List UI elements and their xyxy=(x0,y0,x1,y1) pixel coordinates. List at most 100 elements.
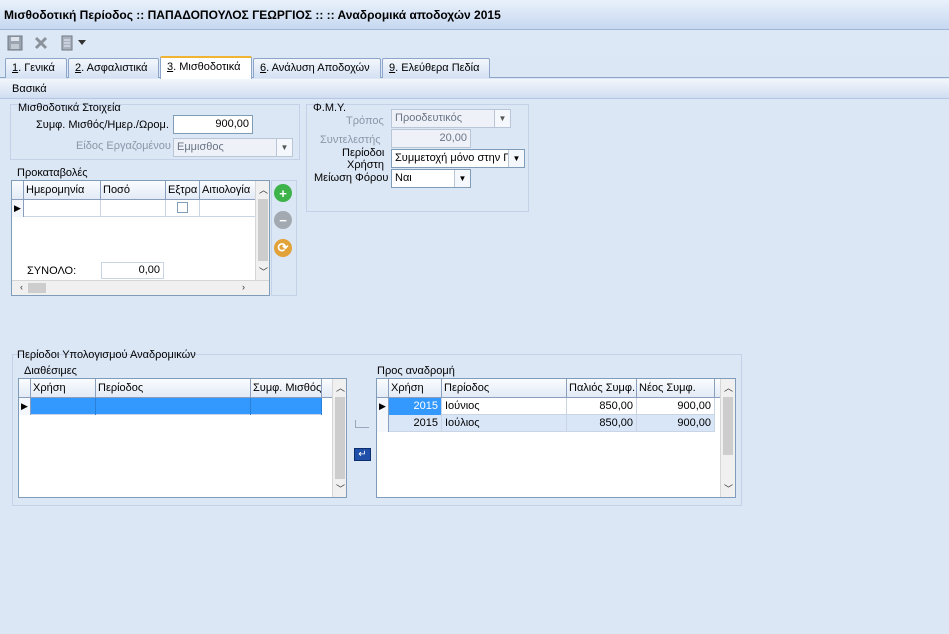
content-area: Μισθοδοτικά Στοιχεία Συμφ. Μισθός/Ημερ./… xyxy=(0,100,949,634)
column-header-amount[interactable]: Ποσό xyxy=(101,181,166,200)
tax-reduction-label: Μείωση Φόρου xyxy=(314,172,389,184)
method-value: Προοδευτικός xyxy=(395,112,463,124)
row-indicator-header xyxy=(12,181,24,200)
column-header-salary[interactable]: Συμφ. Μισθός xyxy=(251,379,322,398)
selected-title: Προς αναδρομή xyxy=(377,365,455,377)
scroll-right-icon[interactable]: › xyxy=(236,282,251,292)
chevron-down-icon: ▼ xyxy=(494,110,510,127)
table-cell[interactable] xyxy=(96,398,251,415)
period-use-value: Συμμετοχή μόνο στην Γ xyxy=(395,152,510,164)
scrollbar-thumb[interactable] xyxy=(723,397,733,455)
method-select[interactable]: Προοδευτικός ▼ xyxy=(391,109,511,128)
fmy-group-title: Φ.Μ.Υ. xyxy=(313,102,347,114)
scrollbar-thumb[interactable] xyxy=(28,283,46,293)
section-header: Βασικά xyxy=(0,79,949,99)
advances-grid[interactable]: Ημερομηνία Ποσό Εξτρα Αιτιολογία ▶ ΣΥΝΟΛ… xyxy=(11,180,270,296)
scroll-down-icon[interactable]: ﹀ xyxy=(721,482,735,495)
column-header-new-salary[interactable]: Νέος Συμφ. xyxy=(637,379,715,398)
section-title: Βασικά xyxy=(12,83,47,95)
remove-icon[interactable]: − xyxy=(274,211,292,229)
advances-title: Προκαταβολές xyxy=(17,167,88,179)
scroll-up-icon[interactable]: ︿ xyxy=(333,381,346,394)
table-cell-year[interactable]: 2015 xyxy=(389,398,442,415)
table-row[interactable]: 2015 Ιούλιος 850,00 900,00 xyxy=(377,415,715,432)
row-pointer-icon: ▶ xyxy=(377,398,389,415)
table-cell[interactable] xyxy=(166,200,200,217)
scroll-down-icon[interactable]: ﹀ xyxy=(256,265,269,278)
column-header-year[interactable]: Χρήση xyxy=(31,379,96,398)
table-cell[interactable] xyxy=(200,200,255,217)
column-header-old-salary[interactable]: Παλιός Συμφ. xyxy=(567,379,637,398)
available-grid[interactable]: Χρήση Περίοδος Συμφ. Μισθός ▶ ︿ ﹀ xyxy=(18,378,347,498)
table-cell[interactable] xyxy=(24,200,101,217)
period-use-label-line2: Χρήστη xyxy=(347,159,384,171)
table-cell-year[interactable]: 2015 xyxy=(389,415,442,432)
period-use-label-line1: Περίοδοι xyxy=(342,147,385,159)
scroll-up-icon[interactable]: ︿ xyxy=(721,381,735,394)
tab-earnings-analysis[interactable]: 6. Ανάλυση Αποδοχών xyxy=(253,58,381,78)
chevron-down-icon: ▼ xyxy=(454,170,470,187)
tab-insurance[interactable]: 2. Ασφαλιστικά xyxy=(68,58,159,78)
dropdown-arrow-icon[interactable] xyxy=(76,34,88,52)
employee-type-select[interactable]: Εμμισθος ▼ xyxy=(173,138,293,157)
table-row[interactable]: ▶ 2015 Ιούνιος 850,00 900,00 xyxy=(377,398,715,415)
table-cell-old-salary[interactable]: 850,00 xyxy=(567,398,637,415)
move-left-icon[interactable]: ↵ xyxy=(354,448,371,461)
column-header-year[interactable]: Χρήση xyxy=(389,379,442,398)
scroll-left-icon[interactable]: ‹ xyxy=(14,282,29,292)
window-titlebar: Μισθοδοτική Περίοδος :: ΠΑΠΑΔΟΠΟΥΛΟΣ ΓΕΩ… xyxy=(0,0,949,30)
table-cell-new-salary[interactable]: 900,00 xyxy=(637,415,715,432)
tab-strip: 1. Γενικά 2. Ασφαλιστικά 3. Μισθοδοτικά … xyxy=(0,56,949,79)
column-header-period[interactable]: Περίοδος xyxy=(96,379,251,398)
vertical-scrollbar[interactable]: ︿ ﹀ xyxy=(255,181,269,280)
coefficient-input[interactable]: 20,00 xyxy=(391,129,471,148)
delete-icon[interactable] xyxy=(32,34,50,52)
table-cell[interactable] xyxy=(31,398,96,415)
row-pointer-icon: ▶ xyxy=(19,398,31,415)
tax-reduction-select[interactable]: Ναι ▼ xyxy=(391,169,471,188)
column-header-period[interactable]: Περίοδος xyxy=(442,379,567,398)
table-cell-period[interactable]: Ιούνιος xyxy=(442,398,567,415)
tab-payroll[interactable]: 3. Μισθοδοτικά xyxy=(160,56,252,79)
tab-insurance-label: . Ασφαλιστικά xyxy=(81,62,148,74)
method-label: Τρόπος xyxy=(346,115,384,127)
table-row[interactable]: ▶ xyxy=(19,398,322,415)
vertical-scrollbar[interactable]: ︿ ﹀ xyxy=(720,379,735,497)
tab-free-fields[interactable]: 9. Ελεύθερα Πεδία xyxy=(382,58,490,78)
table-cell[interactable] xyxy=(251,398,322,415)
table-row[interactable]: ▶ xyxy=(12,200,255,217)
scrollbar-thumb[interactable] xyxy=(258,199,268,261)
total-value: 0,00 xyxy=(101,262,164,279)
extra-checkbox[interactable] xyxy=(177,202,188,213)
scrollbar-thumb[interactable] xyxy=(335,397,345,479)
tab-earnings-analysis-label: . Ανάλυση Αποδοχών xyxy=(266,62,370,74)
salary-label: Συμφ. Μισθός/Ημερ./Ωρομ. xyxy=(36,119,169,131)
table-cell-new-salary[interactable]: 900,00 xyxy=(637,398,715,415)
toolbar xyxy=(0,31,949,55)
selected-grid[interactable]: Χρήση Περίοδος Παλιός Συμφ. Νέος Συμφ. ▶… xyxy=(376,378,736,498)
column-header-reason[interactable]: Αιτιολογία xyxy=(200,181,255,200)
scroll-down-icon[interactable]: ﹀ xyxy=(333,482,346,495)
table-cell-old-salary[interactable]: 850,00 xyxy=(567,415,637,432)
table-cell-period[interactable]: Ιούλιος xyxy=(442,415,567,432)
row-indicator-header xyxy=(19,379,31,398)
document-icon[interactable] xyxy=(58,34,76,52)
vertical-scrollbar[interactable]: ︿ ﹀ xyxy=(332,379,346,497)
selected-grid-header: Χρήση Περίοδος Παλιός Συμφ. Νέος Συμφ. xyxy=(377,379,720,398)
period-use-select[interactable]: Συμμετοχή μόνο στην Γ ▼ xyxy=(391,149,525,168)
tab-general[interactable]: 1. Γενικά xyxy=(5,58,67,78)
salary-input[interactable]: 900,00 xyxy=(173,115,253,134)
total-label: ΣΥΝΟΛΟ: xyxy=(27,265,77,277)
scroll-up-icon[interactable]: ︿ xyxy=(256,183,269,196)
save-icon[interactable] xyxy=(6,34,24,52)
add-icon[interactable]: + xyxy=(274,184,292,202)
row-indicator-header xyxy=(377,379,389,398)
column-header-extra[interactable]: Εξτρα xyxy=(166,181,200,200)
chevron-down-icon: ▼ xyxy=(276,139,292,156)
move-right-button[interactable] xyxy=(355,420,369,428)
horizontal-scrollbar[interactable]: ‹ › xyxy=(12,280,269,295)
column-header-date[interactable]: Ημερομηνία xyxy=(24,181,101,200)
refresh-icon[interactable]: ⟳ xyxy=(274,239,292,257)
row-pointer-icon: ▶ xyxy=(12,200,24,217)
table-cell[interactable] xyxy=(101,200,166,217)
